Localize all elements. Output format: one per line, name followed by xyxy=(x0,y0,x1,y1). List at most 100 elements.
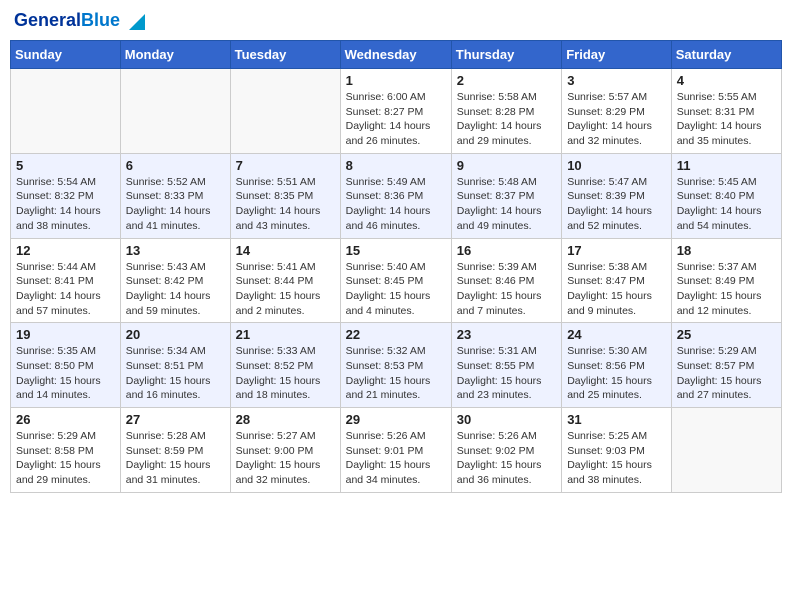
day-info: Sunrise: 5:29 AM Sunset: 8:57 PM Dayligh… xyxy=(677,344,776,403)
calendar-cell: 17 Sunrise: 5:38 AM Sunset: 8:47 PM Dayli… xyxy=(562,238,672,323)
calendar-cell: 24 Sunrise: 5:30 AM Sunset: 8:56 PM Dayli… xyxy=(562,323,672,408)
weekday-header-sunday: Sunday xyxy=(11,41,121,69)
calendar-cell: 13 Sunrise: 5:43 AM Sunset: 8:42 PM Dayli… xyxy=(120,238,230,323)
calendar-header-row: SundayMondayTuesdayWednesdayThursdayFrid… xyxy=(11,41,782,69)
day-info: Sunrise: 5:51 AM Sunset: 8:35 PM Dayligh… xyxy=(236,175,335,234)
calendar-cell xyxy=(230,69,340,154)
day-number: 29 xyxy=(346,412,446,427)
day-info: Sunrise: 5:32 AM Sunset: 8:53 PM Dayligh… xyxy=(346,344,446,403)
day-info: Sunrise: 5:57 AM Sunset: 8:29 PM Dayligh… xyxy=(567,90,666,149)
day-info: Sunrise: 5:31 AM Sunset: 8:55 PM Dayligh… xyxy=(457,344,556,403)
logo: GeneralBlue xyxy=(14,10,145,32)
calendar-week-row: 5 Sunrise: 5:54 AM Sunset: 8:32 PM Daylig… xyxy=(11,153,782,238)
calendar-cell xyxy=(671,408,781,493)
day-number: 25 xyxy=(677,327,776,342)
day-info: Sunrise: 5:58 AM Sunset: 8:28 PM Dayligh… xyxy=(457,90,556,149)
calendar-cell: 4Sunrise: 5:55 AM Sunset: 8:31 PM Daylig… xyxy=(671,69,781,154)
day-info: Sunrise: 5:49 AM Sunset: 8:36 PM Dayligh… xyxy=(346,175,446,234)
weekday-header-monday: Monday xyxy=(120,41,230,69)
calendar-week-row: 1 Sunrise: 6:00 AM Sunset: 8:27 PM Daylig… xyxy=(11,69,782,154)
day-number: 13 xyxy=(126,243,225,258)
day-info: Sunrise: 5:30 AM Sunset: 8:56 PM Dayligh… xyxy=(567,344,666,403)
calendar-cell: 31 Sunrise: 5:25 AM Sunset: 9:03 PM Dayli… xyxy=(562,408,672,493)
calendar-cell: 15Sunrise: 5:40 AM Sunset: 8:45 PM Dayli… xyxy=(340,238,451,323)
calendar-cell: 20 Sunrise: 5:34 AM Sunset: 8:51 PM Dayli… xyxy=(120,323,230,408)
day-number: 24 xyxy=(567,327,666,342)
day-number: 17 xyxy=(567,243,666,258)
calendar-cell: 18Sunrise: 5:37 AM Sunset: 8:49 PM Dayli… xyxy=(671,238,781,323)
day-number: 10 xyxy=(567,158,666,173)
calendar-cell: 26 Sunrise: 5:29 AM Sunset: 8:58 PM Dayli… xyxy=(11,408,121,493)
day-number: 22 xyxy=(346,327,446,342)
day-number: 8 xyxy=(346,158,446,173)
day-number: 2 xyxy=(457,73,556,88)
calendar-week-row: 19Sunrise: 5:35 AM Sunset: 8:50 PM Dayli… xyxy=(11,323,782,408)
day-info: Sunrise: 6:00 AM Sunset: 8:27 PM Dayligh… xyxy=(346,90,446,149)
calendar-cell: 9Sunrise: 5:48 AM Sunset: 8:37 PM Daylig… xyxy=(451,153,561,238)
calendar-cell: 3Sunrise: 5:57 AM Sunset: 8:29 PM Daylig… xyxy=(562,69,672,154)
day-info: Sunrise: 5:45 AM Sunset: 8:40 PM Dayligh… xyxy=(677,175,776,234)
day-number: 14 xyxy=(236,243,335,258)
day-info: Sunrise: 5:39 AM Sunset: 8:46 PM Dayligh… xyxy=(457,260,556,319)
calendar-cell: 16 Sunrise: 5:39 AM Sunset: 8:46 PM Dayli… xyxy=(451,238,561,323)
day-number: 26 xyxy=(16,412,115,427)
day-info: Sunrise: 5:37 AM Sunset: 8:49 PM Dayligh… xyxy=(677,260,776,319)
calendar-cell: 22 Sunrise: 5:32 AM Sunset: 8:53 PM Dayli… xyxy=(340,323,451,408)
calendar-week-row: 26 Sunrise: 5:29 AM Sunset: 8:58 PM Dayli… xyxy=(11,408,782,493)
logo-text: GeneralBlue xyxy=(14,11,120,31)
calendar-cell: 2 Sunrise: 5:58 AM Sunset: 8:28 PM Daylig… xyxy=(451,69,561,154)
day-info: Sunrise: 5:29 AM Sunset: 8:58 PM Dayligh… xyxy=(16,429,115,488)
calendar-cell: 23Sunrise: 5:31 AM Sunset: 8:55 PM Dayli… xyxy=(451,323,561,408)
day-number: 12 xyxy=(16,243,115,258)
day-info: Sunrise: 5:41 AM Sunset: 8:44 PM Dayligh… xyxy=(236,260,335,319)
day-info: Sunrise: 5:26 AM Sunset: 9:02 PM Dayligh… xyxy=(457,429,556,488)
day-info: Sunrise: 5:28 AM Sunset: 8:59 PM Dayligh… xyxy=(126,429,225,488)
calendar-cell: 5 Sunrise: 5:54 AM Sunset: 8:32 PM Daylig… xyxy=(11,153,121,238)
day-number: 16 xyxy=(457,243,556,258)
weekday-header-tuesday: Tuesday xyxy=(230,41,340,69)
calendar-cell: 12 Sunrise: 5:44 AM Sunset: 8:41 PM Dayli… xyxy=(11,238,121,323)
day-info: Sunrise: 5:34 AM Sunset: 8:51 PM Dayligh… xyxy=(126,344,225,403)
day-number: 21 xyxy=(236,327,335,342)
day-number: 15 xyxy=(346,243,446,258)
day-number: 27 xyxy=(126,412,225,427)
page-header: GeneralBlue xyxy=(10,10,782,32)
weekday-header-friday: Friday xyxy=(562,41,672,69)
weekday-header-saturday: Saturday xyxy=(671,41,781,69)
day-info: Sunrise: 5:25 AM Sunset: 9:03 PM Dayligh… xyxy=(567,429,666,488)
day-number: 20 xyxy=(126,327,225,342)
calendar-cell: 28Sunrise: 5:27 AM Sunset: 9:00 PM Dayli… xyxy=(230,408,340,493)
calendar-cell: 29 Sunrise: 5:26 AM Sunset: 9:01 PM Dayli… xyxy=(340,408,451,493)
calendar-week-row: 12 Sunrise: 5:44 AM Sunset: 8:41 PM Dayli… xyxy=(11,238,782,323)
day-number: 7 xyxy=(236,158,335,173)
day-info: Sunrise: 5:44 AM Sunset: 8:41 PM Dayligh… xyxy=(16,260,115,319)
calendar-cell: 30 Sunrise: 5:26 AM Sunset: 9:02 PM Dayli… xyxy=(451,408,561,493)
weekday-header-wednesday: Wednesday xyxy=(340,41,451,69)
calendar-cell: 7 Sunrise: 5:51 AM Sunset: 8:35 PM Daylig… xyxy=(230,153,340,238)
day-info: Sunrise: 5:35 AM Sunset: 8:50 PM Dayligh… xyxy=(16,344,115,403)
day-info: Sunrise: 5:55 AM Sunset: 8:31 PM Dayligh… xyxy=(677,90,776,149)
calendar-cell xyxy=(120,69,230,154)
calendar-cell: 8 Sunrise: 5:49 AM Sunset: 8:36 PM Daylig… xyxy=(340,153,451,238)
day-number: 9 xyxy=(457,158,556,173)
calendar-cell: 27 Sunrise: 5:28 AM Sunset: 8:59 PM Dayli… xyxy=(120,408,230,493)
day-info: Sunrise: 5:38 AM Sunset: 8:47 PM Dayligh… xyxy=(567,260,666,319)
day-info: Sunrise: 5:47 AM Sunset: 8:39 PM Dayligh… xyxy=(567,175,666,234)
calendar-cell: 14 Sunrise: 5:41 AM Sunset: 8:44 PM Dayli… xyxy=(230,238,340,323)
day-info: Sunrise: 5:43 AM Sunset: 8:42 PM Dayligh… xyxy=(126,260,225,319)
day-info: Sunrise: 5:26 AM Sunset: 9:01 PM Dayligh… xyxy=(346,429,446,488)
day-info: Sunrise: 5:27 AM Sunset: 9:00 PM Dayligh… xyxy=(236,429,335,488)
calendar-cell: 19Sunrise: 5:35 AM Sunset: 8:50 PM Dayli… xyxy=(11,323,121,408)
day-number: 1 xyxy=(346,73,446,88)
day-number: 31 xyxy=(567,412,666,427)
day-number: 5 xyxy=(16,158,115,173)
day-number: 30 xyxy=(457,412,556,427)
day-number: 11 xyxy=(677,158,776,173)
calendar-cell: 10 Sunrise: 5:47 AM Sunset: 8:39 PM Dayli… xyxy=(562,153,672,238)
calendar-cell: 6 Sunrise: 5:52 AM Sunset: 8:33 PM Daylig… xyxy=(120,153,230,238)
weekday-header-thursday: Thursday xyxy=(451,41,561,69)
calendar-cell: 21Sunrise: 5:33 AM Sunset: 8:52 PM Dayli… xyxy=(230,323,340,408)
day-info: Sunrise: 5:54 AM Sunset: 8:32 PM Dayligh… xyxy=(16,175,115,234)
day-number: 6 xyxy=(126,158,225,173)
day-info: Sunrise: 5:52 AM Sunset: 8:33 PM Dayligh… xyxy=(126,175,225,234)
